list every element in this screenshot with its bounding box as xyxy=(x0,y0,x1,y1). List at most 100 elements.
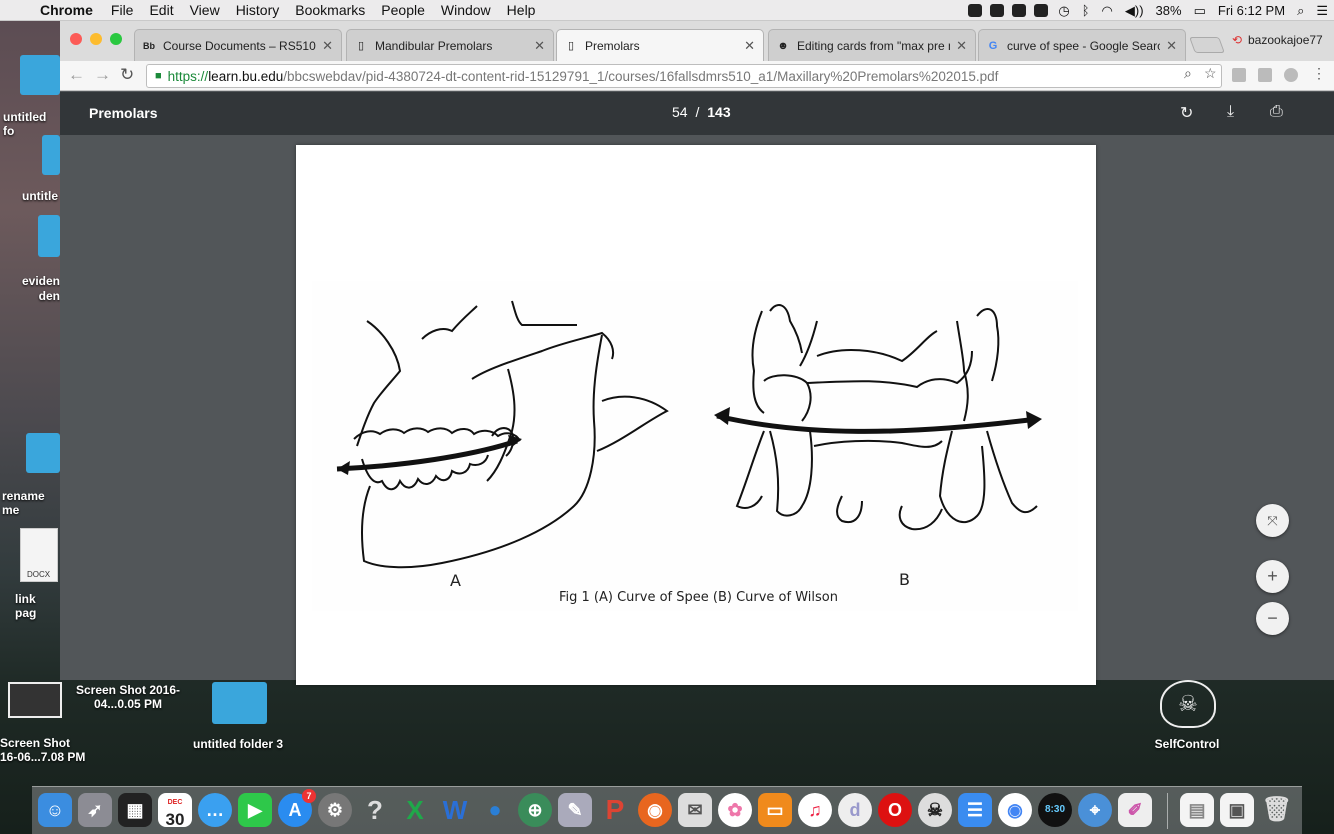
calendar-icon[interactable]: DEC 30 xyxy=(158,793,192,829)
folder-icon[interactable] xyxy=(38,215,60,257)
menu-view[interactable]: View xyxy=(182,2,228,18)
docx-file-icon[interactable]: DOCX xyxy=(20,528,58,582)
clock[interactable]: Fri 6:12 PM xyxy=(1212,3,1291,18)
close-tab-icon[interactable]: ✕ xyxy=(956,38,967,54)
extension-icon[interactable] xyxy=(1258,68,1272,82)
messages-icon[interactable]: … xyxy=(198,793,232,827)
document-stack-icon[interactable]: ▤ xyxy=(1180,793,1214,827)
menu-window[interactable]: Window xyxy=(433,2,499,18)
menu-help[interactable]: Help xyxy=(499,2,544,18)
notes-list-icon[interactable]: ☰ xyxy=(958,793,992,827)
folder-icon[interactable] xyxy=(20,55,60,95)
zoom-page-icon[interactable]: ⌕ xyxy=(1184,65,1192,82)
skull-icon[interactable]: ☠ xyxy=(1160,680,1216,728)
zoom-in-button[interactable]: + xyxy=(1256,560,1289,593)
rotate-icon[interactable]: ↻ xyxy=(1180,103,1193,123)
extension-icon[interactable] xyxy=(1232,68,1246,82)
current-page-input[interactable]: 54 xyxy=(672,104,688,120)
spotlight-icon[interactable]: ⌕ xyxy=(1291,3,1310,19)
chrome-menu-icon[interactable]: ⋮ xyxy=(1312,65,1326,82)
tray-app-icon[interactable] xyxy=(968,4,983,17)
close-tab-icon[interactable]: ✕ xyxy=(534,38,545,54)
tab-google-search[interactable]: G curve of spee - Google Search ✕ xyxy=(978,29,1186,61)
movie-file-icon[interactable]: ▣ xyxy=(1220,793,1254,827)
desktop-item-untitled[interactable]: untitle xyxy=(22,189,62,203)
profile-icon[interactable]: ⟲ xyxy=(1232,33,1242,47)
excel-icon[interactable]: X xyxy=(398,793,432,827)
tab-premolars[interactable]: ▯ Premolars ✕ xyxy=(556,29,764,61)
minimize-window-button[interactable] xyxy=(90,33,102,45)
launchpad-icon[interactable]: ➶ xyxy=(78,793,112,827)
tray-app-icon[interactable] xyxy=(990,4,1005,17)
desktop-item-screen-shot-2[interactable]: Screen Shot 16-06...7.08 PM xyxy=(0,736,90,764)
tab-mandibular-premolars[interactable]: ▯ Mandibular Premolars ✕ xyxy=(346,29,554,61)
trash-icon[interactable]: 🗑 xyxy=(1260,793,1294,827)
safari-icon[interactable]: ⌖ xyxy=(1078,793,1112,827)
system-preferences-icon[interactable]: ⚙ xyxy=(318,793,352,827)
dictionary-icon[interactable]: d xyxy=(838,793,872,827)
paint-icon[interactable]: ✐ xyxy=(1118,793,1152,827)
mission-control-icon[interactable]: ▦ xyxy=(118,793,152,827)
tray-shield-icon[interactable] xyxy=(1012,4,1027,17)
tray-app-icon[interactable] xyxy=(1034,4,1049,17)
opera-icon[interactable]: O xyxy=(878,793,912,827)
photos-icon[interactable]: ✿ xyxy=(718,793,752,827)
desktop-item-screen-shot-1[interactable]: Screen Shot 2016-04...0.05 PM xyxy=(72,683,184,711)
ibooks-icon[interactable]: ▭ xyxy=(758,793,792,827)
facetime-icon[interactable]: ▶ xyxy=(238,793,272,827)
download-icon[interactable]: ⤓ xyxy=(1227,103,1234,121)
screenshot-thumbnail[interactable] xyxy=(8,682,62,718)
chrome-icon[interactable]: ◉ xyxy=(998,793,1032,827)
reload-icon[interactable]: ↻ xyxy=(120,65,134,85)
print-icon[interactable]: ⎙ xyxy=(1270,103,1283,121)
notification-center-icon[interactable]: ☰ xyxy=(1310,3,1334,19)
menu-app-name[interactable]: Chrome xyxy=(36,2,103,18)
new-tab-button[interactable] xyxy=(1189,37,1225,53)
extension-icon[interactable] xyxy=(1284,68,1298,82)
close-tab-icon[interactable]: ✕ xyxy=(322,38,333,54)
time-machine-icon[interactable]: ◷ xyxy=(1052,3,1075,19)
clock-app-icon[interactable]: 8:30 xyxy=(1038,793,1072,827)
folder-icon[interactable] xyxy=(212,682,267,724)
desktop-item-untitled-folder-3[interactable]: untitled folder 3 xyxy=(186,737,290,751)
close-tab-icon[interactable]: ✕ xyxy=(744,38,755,54)
folder-icon[interactable] xyxy=(26,433,60,473)
selfcontrol-icon[interactable]: ☠ xyxy=(918,793,952,827)
close-tab-icon[interactable]: ✕ xyxy=(1166,38,1177,54)
finder-icon[interactable]: ☺ xyxy=(38,793,72,827)
desktop-item-selfcontrol[interactable]: SelfControl xyxy=(1150,737,1224,751)
itunes-icon[interactable]: ♫ xyxy=(798,793,832,827)
wifi-icon[interactable]: ◠ xyxy=(1096,3,1119,19)
desktop-item-untitled-folder[interactable]: untitled fo xyxy=(0,110,60,138)
zoom-window-button[interactable] xyxy=(110,33,122,45)
lync-icon[interactable]: ● xyxy=(478,793,512,827)
preview-icon[interactable]: ✎ xyxy=(558,793,592,827)
desktop-item-link-page[interactable]: link pag xyxy=(15,592,60,620)
menu-history[interactable]: History xyxy=(228,2,288,18)
firefox-icon[interactable]: ◉ xyxy=(638,793,672,827)
menu-file[interactable]: File xyxy=(103,2,142,18)
tab-course-documents[interactable]: Bb Course Documents – RS510 A ✕ xyxy=(134,29,342,61)
folder-icon[interactable] xyxy=(42,135,60,175)
address-bar[interactable]: ■ https:// learn.bu.edu /bbcswebdav/pid-… xyxy=(146,64,1222,88)
bookmark-star-icon[interactable]: ☆ xyxy=(1204,65,1217,82)
app-store-icon[interactable]: A 7 xyxy=(278,789,316,827)
close-window-button[interactable] xyxy=(70,33,82,45)
powerpoint-icon[interactable]: P xyxy=(598,793,632,827)
menu-bookmarks[interactable]: Bookmarks xyxy=(287,2,373,18)
desktop-item-rename-me[interactable]: rename me xyxy=(2,489,62,517)
battery-icon[interactable]: ▭ xyxy=(1188,3,1212,19)
forward-icon[interactable]: → xyxy=(94,65,111,85)
bluetooth-icon[interactable]: ᛒ xyxy=(1076,3,1096,18)
battery-percent[interactable]: 38% xyxy=(1150,3,1188,18)
profile-name[interactable]: bazookajoe77 xyxy=(1248,33,1323,47)
zoom-out-button[interactable]: − xyxy=(1256,602,1289,635)
help-icon[interactable]: ? xyxy=(358,793,392,827)
fit-to-page-button[interactable]: ⤧ xyxy=(1256,504,1289,537)
back-icon[interactable]: ← xyxy=(68,65,85,85)
network-icon[interactable]: ⊕ xyxy=(518,793,552,827)
word-icon[interactable]: W xyxy=(438,793,472,827)
menu-edit[interactable]: Edit xyxy=(141,2,181,18)
volume-icon[interactable]: ◀)) xyxy=(1119,3,1150,19)
menu-people[interactable]: People xyxy=(373,2,433,18)
